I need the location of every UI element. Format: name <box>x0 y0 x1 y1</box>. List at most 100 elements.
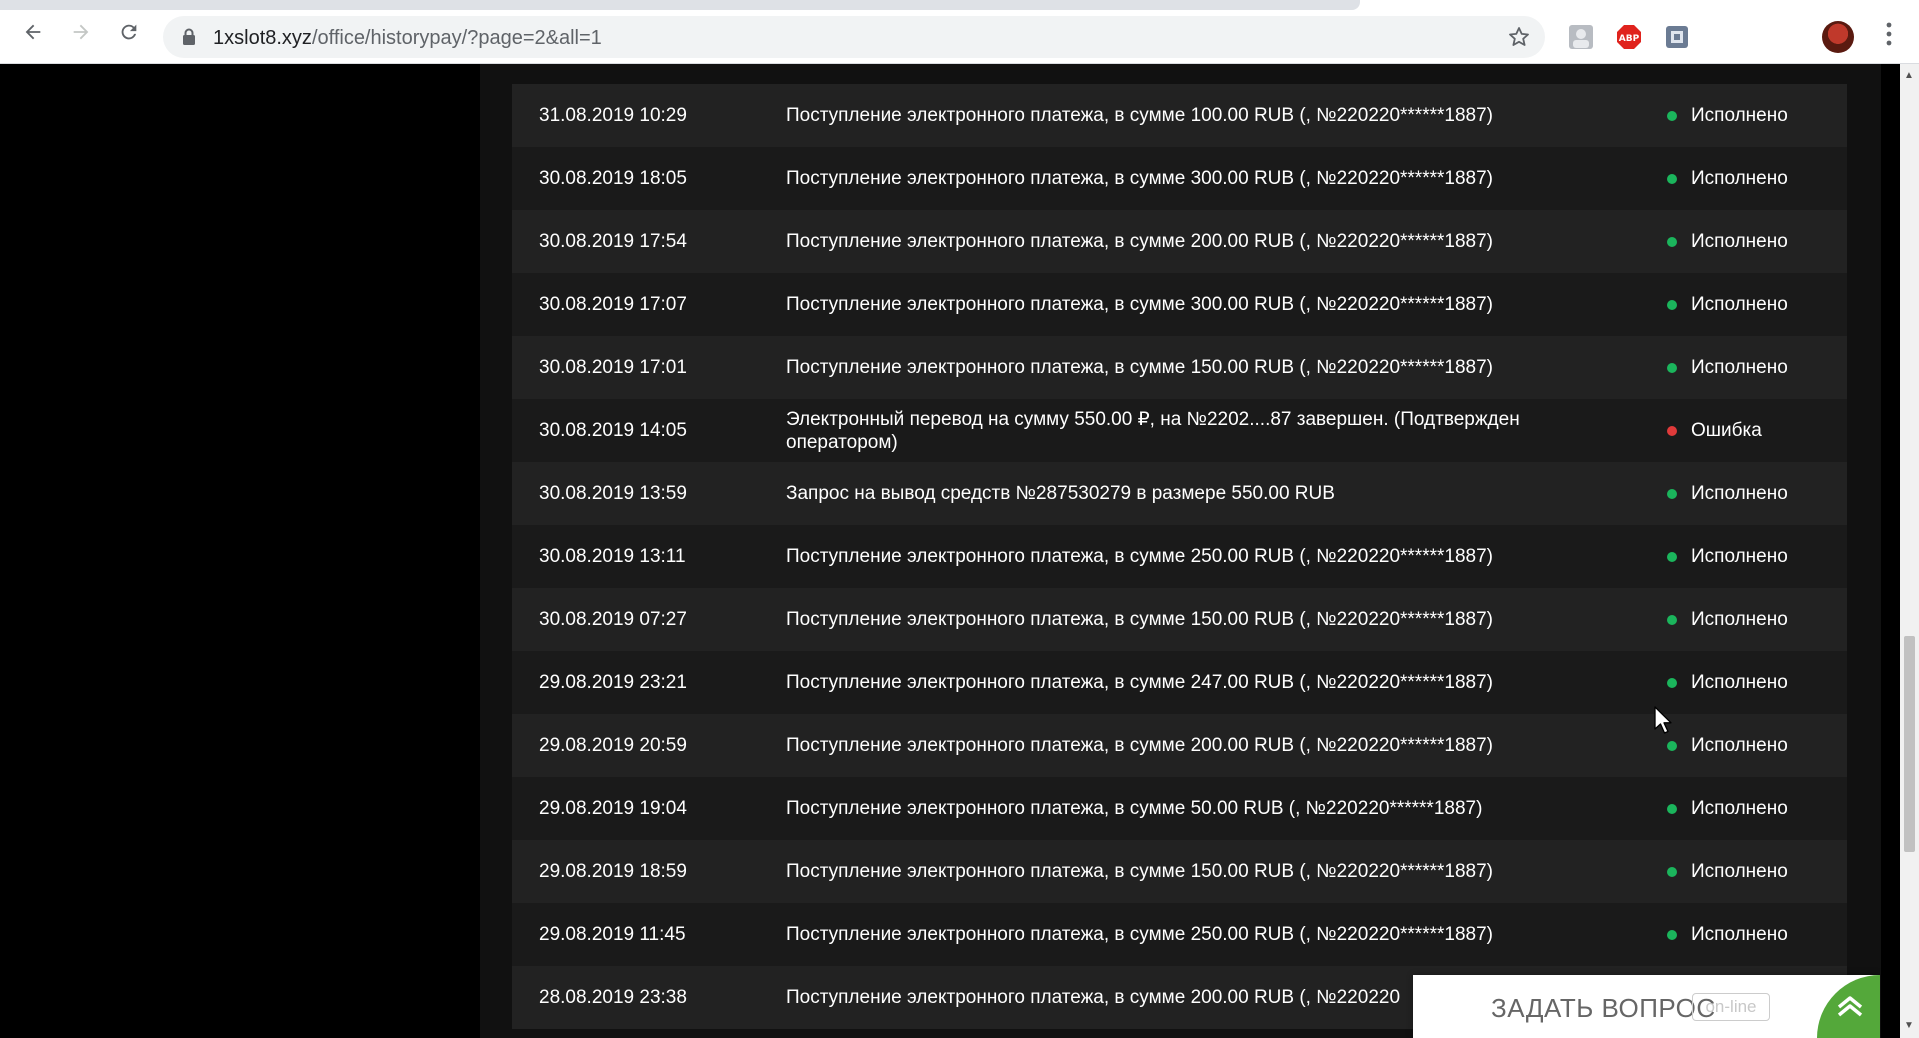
status-dot-icon <box>1667 425 1677 436</box>
row-date: 30.08.2019 13:11 <box>539 545 686 567</box>
status-dot-icon <box>1667 236 1677 247</box>
row-description: Поступление электронного платежа, в сумм… <box>786 861 1493 882</box>
page-scrollbar[interactable]: ▲ ▼ <box>1900 64 1919 1038</box>
row-date: 29.08.2019 19:04 <box>539 797 687 819</box>
status-dot-icon <box>1667 740 1677 751</box>
row-date: 30.08.2019 17:07 <box>539 293 687 315</box>
url-text: 1xslot8.xyz/office/historypay/?page=2&al… <box>213 27 602 50</box>
url-domain: 1xslot8.xyz <box>213 27 312 49</box>
row-status: Исполнено <box>1667 924 1788 946</box>
history-row: 29.08.2019 11:45 Поступление электронного… <box>512 903 1847 966</box>
row-date: 28.08.2019 23:38 <box>539 986 687 1008</box>
url-path: /office/historypay/?page=2&all=1 <box>311 27 602 49</box>
row-status: Исполнено <box>1667 483 1788 505</box>
scroll-thumb[interactable] <box>1904 636 1915 852</box>
reload-button[interactable] <box>115 18 143 46</box>
row-description: Поступление электронного платежа, в сумм… <box>786 231 1493 252</box>
history-row: 30.08.2019 14:05 Электронный перевод на с… <box>512 399 1847 462</box>
row-description: Поступление электронного платежа, в сумм… <box>786 609 1493 630</box>
row-description: Поступление электронного платежа, в сумм… <box>786 924 1493 945</box>
status-text: Исполнено <box>1691 545 1788 567</box>
ask-question-widget[interactable]: ЗАДАТЬ ВОПРОС on-line <box>1413 975 1880 1038</box>
row-status: Исполнено <box>1667 168 1788 190</box>
row-status: Исполнено <box>1667 294 1788 316</box>
more-vertical-icon[interactable] <box>1886 21 1892 47</box>
row-status: Исполнено <box>1667 357 1788 379</box>
row-status: Ошибка <box>1667 420 1762 442</box>
history-row: 30.08.2019 13:59 Запрос на вывод средств … <box>512 462 1847 525</box>
row-description: Поступление электронного платежа, в сумм… <box>786 546 1493 567</box>
status-text: Исполнено <box>1691 734 1788 756</box>
history-row: 29.08.2019 23:21 Поступление электронного… <box>512 651 1847 714</box>
status-dot-icon <box>1667 362 1677 373</box>
status-text: Исполнено <box>1691 608 1788 630</box>
row-description: Поступление электронного платежа, в сумм… <box>786 357 1493 378</box>
profile-avatar[interactable] <box>1822 21 1854 53</box>
tab-strip <box>0 0 1360 10</box>
status-dot-icon <box>1667 110 1677 121</box>
history-row: 30.08.2019 07:27 Поступление электронного… <box>512 588 1847 651</box>
extension-profile-icon[interactable] <box>1568 24 1594 50</box>
arrow-left-icon <box>25 24 41 40</box>
row-status: Исполнено <box>1667 231 1788 253</box>
row-status: Исполнено <box>1667 735 1788 757</box>
status-text: Исполнено <box>1691 293 1788 315</box>
status-text: Исполнено <box>1691 482 1788 504</box>
history-row: 30.08.2019 18:05 Поступление электронного… <box>512 147 1847 210</box>
history-row: 29.08.2019 19:04 Поступление электронного… <box>512 777 1847 840</box>
row-date: 30.08.2019 14:05 <box>539 419 687 441</box>
back-button[interactable] <box>19 18 47 46</box>
status-dot-icon <box>1667 677 1677 688</box>
arrow-right-icon <box>73 24 89 40</box>
row-status: Исполнено <box>1667 672 1788 694</box>
row-status: Исполнено <box>1667 798 1788 820</box>
bookmark-star-icon[interactable] <box>1507 25 1531 49</box>
row-date: 29.08.2019 20:59 <box>539 734 687 756</box>
status-text: Исполнено <box>1691 797 1788 819</box>
history-row: 30.08.2019 13:11 Поступление электронного… <box>512 525 1847 588</box>
status-dot-icon <box>1667 173 1677 184</box>
status-text: Исполнено <box>1691 230 1788 252</box>
ask-question-label[interactable]: ЗАДАТЬ ВОПРОС <box>1491 993 1716 1024</box>
history-row: 29.08.2019 20:59 Поступление электронного… <box>512 714 1847 777</box>
mouse-cursor-icon <box>1654 706 1672 734</box>
browser-toolbar: 1xslot8.xyz/office/historypay/?page=2&al… <box>0 0 1919 64</box>
history-row: 30.08.2019 17:01 Поступление электронного… <box>512 336 1847 399</box>
chat-expand-button[interactable] <box>1817 975 1880 1038</box>
status-text: Исполнено <box>1691 167 1788 189</box>
row-date: 30.08.2019 07:27 <box>539 608 687 630</box>
row-date: 30.08.2019 13:59 <box>539 482 687 504</box>
svg-text:ABP: ABP <box>1619 34 1640 44</box>
row-status: Исполнено <box>1667 609 1788 631</box>
extension-puzzle-icon[interactable] <box>1664 24 1690 50</box>
status-dot-icon <box>1667 614 1677 625</box>
payment-history-table: 31.08.2019 10:29 Поступление электронного… <box>512 84 1847 1029</box>
online-badge: on-line <box>1692 993 1770 1021</box>
reload-icon <box>121 24 137 40</box>
adblock-icon[interactable]: ABP <box>1616 24 1642 50</box>
status-dot-icon <box>1667 866 1677 877</box>
status-text: Исполнено <box>1691 356 1788 378</box>
row-date: 30.08.2019 18:05 <box>539 167 687 189</box>
scroll-up-arrow-icon[interactable]: ▲ <box>1904 70 1914 81</box>
lock-icon <box>183 28 195 45</box>
forward-button[interactable] <box>67 18 95 46</box>
row-description: Поступление электронного платежа, в сумм… <box>786 105 1493 126</box>
status-text: Ошибка <box>1691 419 1762 441</box>
row-description: Поступление электронного платежа, в сумм… <box>786 168 1493 189</box>
scroll-down-arrow-icon[interactable]: ▼ <box>1904 1020 1914 1031</box>
address-bar[interactable]: 1xslot8.xyz/office/historypay/?page=2&al… <box>163 16 1545 58</box>
status-text: Исполнено <box>1691 104 1788 126</box>
status-dot-icon <box>1667 299 1677 310</box>
page-content: 31.08.2019 10:29 Поступление электронного… <box>0 64 1900 1038</box>
row-description: Запрос на вывод средств №287530279 в раз… <box>786 483 1335 504</box>
status-dot-icon <box>1667 929 1677 940</box>
row-description: Электронный перевод на сумму 550.00 ₽, н… <box>786 408 1520 453</box>
history-row: 31.08.2019 10:29 Поступление электронного… <box>512 84 1847 147</box>
row-description: Поступление электронного платежа, в сумм… <box>786 672 1493 693</box>
history-row: 30.08.2019 17:54 Поступление электронного… <box>512 210 1847 273</box>
row-date: 29.08.2019 11:45 <box>539 923 686 945</box>
row-status: Исполнено <box>1667 546 1788 568</box>
row-status: Исполнено <box>1667 861 1788 883</box>
row-date: 30.08.2019 17:01 <box>539 356 687 378</box>
